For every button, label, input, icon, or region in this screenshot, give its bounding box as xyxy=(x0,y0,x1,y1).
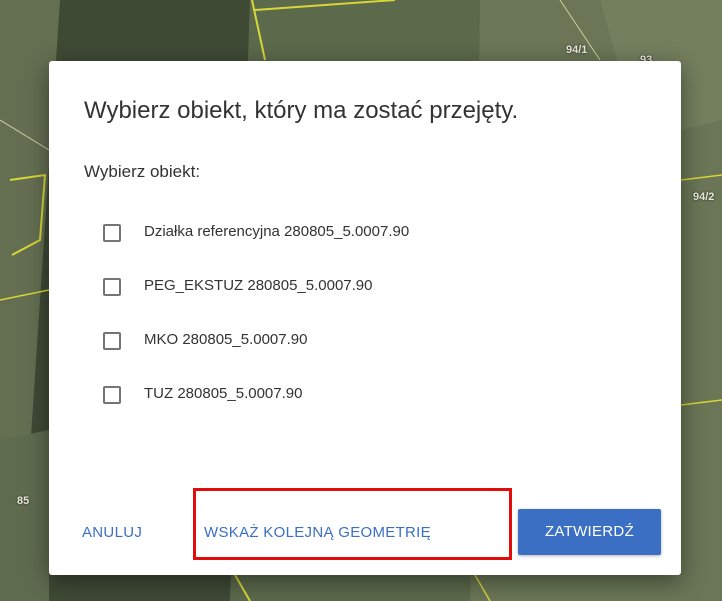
option-dzialka-referencyjna[interactable]: Działka referencyjna 280805_5.0007.90 xyxy=(103,221,409,275)
object-options-list: Działka referencyjna 280805_5.0007.90 PE… xyxy=(103,221,409,437)
option-label: PEG_EKSTUZ 280805_5.0007.90 xyxy=(144,277,373,294)
checkbox[interactable] xyxy=(103,386,121,404)
dialog-title: Wybierz obiekt, który ma zostać przejęty… xyxy=(84,97,519,124)
option-peg-ekstuz[interactable]: PEG_EKSTUZ 280805_5.0007.90 xyxy=(103,275,409,329)
parcel-label: 94/2 xyxy=(693,191,715,203)
parcel-label: 85 xyxy=(17,495,30,507)
confirm-button[interactable]: ZATWIERDŹ xyxy=(518,509,661,555)
parcel-label: 94/1 xyxy=(566,44,588,56)
select-object-dialog: Wybierz obiekt, który ma zostać przejęty… xyxy=(49,61,681,575)
option-label: Działka referencyjna 280805_5.0007.90 xyxy=(144,223,410,240)
option-label: MKO 280805_5.0007.90 xyxy=(144,331,308,348)
cancel-button[interactable]: ANULUJ xyxy=(82,513,142,553)
checkbox[interactable] xyxy=(103,224,121,242)
option-label: TUZ 280805_5.0007.90 xyxy=(144,385,303,402)
checkbox[interactable] xyxy=(103,278,121,296)
next-geometry-button[interactable]: WSKAŻ KOLEJNĄ GEOMETRIĘ xyxy=(204,513,431,553)
option-mko[interactable]: MKO 280805_5.0007.90 xyxy=(103,329,409,383)
option-tuz[interactable]: TUZ 280805_5.0007.90 xyxy=(103,383,409,437)
checkbox[interactable] xyxy=(103,332,121,350)
dialog-subtitle: Wybierz obiekt: xyxy=(84,162,201,181)
